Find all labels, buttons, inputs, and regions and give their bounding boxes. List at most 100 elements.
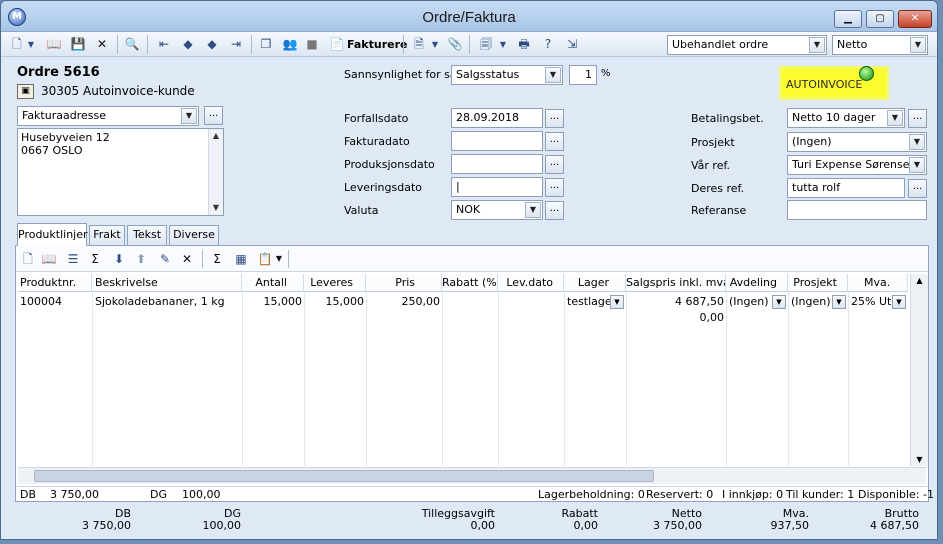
table-cell-levdato[interactable] [500,294,562,310]
table-cell-rabatt[interactable] [444,294,496,310]
sales-status-select[interactable]: Salgsstatus ▼ [451,65,563,85]
chevron-down-icon[interactable]: ▼ [181,108,197,124]
chevron-down-icon[interactable]: ▼ [772,295,786,309]
scroll-down-icon[interactable]: ▼ [209,201,223,215]
previous-record-icon[interactable]: ◆ [179,36,197,53]
close-window-button[interactable]: ✕ [898,10,932,28]
production-date-picker-button[interactable]: ... [545,155,564,174]
open-book-icon[interactable]: 📖 [45,36,63,53]
delivery-date-picker-button[interactable]: ... [545,178,564,197]
production-date-input[interactable] [451,154,543,174]
their-reference-input[interactable]: tutta rolf [787,178,905,198]
their-reference-more-button[interactable]: ... [908,179,927,198]
table-cell-lager[interactable]: testlager ▼ [565,294,625,310]
stock-icon[interactable]: ▦ [232,251,250,267]
order-status-select[interactable]: Ubehandlet ordre ▼ [667,35,827,55]
table-cell-antall[interactable]: 15,000 [244,294,303,310]
our-reference-select[interactable]: Turi Expense Sørensen ▼ [787,155,927,175]
chevron-down-icon[interactable]: ▼ [909,134,925,150]
table-cell-mva[interactable]: 25% Utg ▼ [849,294,907,310]
paste-dropdown-icon[interactable]: ▼ [274,251,284,267]
column-header[interactable]: Mva. [848,274,908,292]
insert-line-icon[interactable]: ☰ [64,251,82,267]
chevron-down-icon[interactable]: ▼ [610,295,624,309]
fakturere-button[interactable]: Fakturere [347,36,407,53]
help-icon[interactable]: ? [539,36,557,53]
payment-terms-select[interactable]: Netto 10 dager ▼ [787,108,905,128]
column-header[interactable]: Salgspris inkl. mva. [626,274,726,292]
probability-input[interactable]: 1 [569,65,597,85]
edit-line-icon[interactable]: ✎ [156,251,174,267]
delete-line-icon[interactable]: ✕ [178,251,196,267]
scroll-thumb[interactable] [34,470,654,482]
currency-select[interactable]: NOK ▼ [451,200,543,220]
users-icon[interactable]: 👥 [281,36,299,53]
table-cell-salgspris[interactable]: 4 687,50 [628,294,724,310]
grid-vertical-scrollbar[interactable]: ▲ ▼ [910,274,928,466]
next-record-icon[interactable]: ◆ [203,36,221,53]
column-header[interactable]: Rabatt (%) [442,274,498,292]
chevron-down-icon[interactable]: ▼ [887,110,903,126]
open-book-icon[interactable]: 📖 [40,251,58,267]
move-up-icon[interactable]: ⬆ [132,251,150,267]
chevron-down-icon[interactable]: ▼ [892,295,906,309]
sum-insert-icon[interactable]: Σ [86,251,104,267]
save-icon[interactable]: 💾 [69,36,87,53]
new-line-icon[interactable]: 🗋 [20,251,36,267]
table-cell-avdeling[interactable]: (Ingen) ▼ [727,294,787,310]
search-icon[interactable]: 🔍 [123,36,141,53]
first-record-icon[interactable]: ⇤ [155,36,173,53]
address-more-button[interactable]: ... [204,106,223,125]
chevron-down-icon[interactable]: ▼ [525,202,541,218]
scroll-up-icon[interactable]: ▲ [911,276,928,285]
sum-icon[interactable]: Σ [208,251,226,267]
table-cell-leveres[interactable]: 15,000 [306,294,365,310]
column-header[interactable]: Produktnr. [18,274,92,292]
maximize-button[interactable]: ▢ [866,10,894,28]
copy-icon[interactable]: ❐ [257,36,275,53]
grid-horizontal-scrollbar[interactable] [18,467,926,484]
column-header[interactable]: Pris [366,274,442,292]
exit-icon[interactable]: ⇲ [563,36,581,53]
chevron-down-icon[interactable]: ▼ [545,67,561,83]
table-cell-prosjekt[interactable]: (Ingen) ▼ [789,294,847,310]
column-header[interactable]: Antall [242,274,304,292]
table-cell-pris[interactable]: 250,00 [368,294,441,310]
reference-input[interactable] [787,200,927,220]
table-cell-beskrivelse[interactable]: Sjokoladebananer, 1 kg [95,294,240,310]
customer-card-icon[interactable]: ▣ [17,84,34,99]
address-type-select[interactable]: Fakturaadresse ▼ [17,106,199,126]
invoice-date-input[interactable] [451,131,543,151]
minimize-button[interactable]: ▁ [834,10,862,28]
chevron-down-icon[interactable]: ▼ [832,295,846,309]
delivery-date-input[interactable]: | [451,177,543,197]
scroll-up-icon[interactable]: ▲ [209,129,223,143]
document-icon[interactable]: 🗎 [411,36,427,53]
move-down-icon[interactable]: ⬇ [110,251,128,267]
currency-more-button[interactable]: ... [545,201,564,220]
column-header[interactable]: Lager [564,274,626,292]
settings-icon[interactable]: 🗐 [477,36,495,53]
new-dropdown-icon[interactable]: ▼ [25,36,37,53]
invoice-icon[interactable]: 📄 [329,36,345,53]
due-date-input[interactable]: 28.09.2018 [451,108,543,128]
document-dropdown-icon[interactable]: ▼ [429,36,441,53]
disabled-icon[interactable]: ■ [303,36,321,53]
table-cell-produktnr[interactable]: 100004 [20,294,90,310]
attachment-icon[interactable]: 📎 [447,36,463,53]
tab-diverse[interactable]: Diverse [169,225,219,245]
scroll-down-icon[interactable]: ▼ [911,455,928,464]
last-record-icon[interactable]: ⇥ [227,36,245,53]
address-textarea[interactable]: Husebyveien 12 0667 OSLO ▲ ▼ [17,128,224,216]
title-bar[interactable]: M Ordre/Faktura ▁ ▢ ✕ [1,1,937,32]
delete-icon[interactable]: ✕ [93,36,111,53]
project-select[interactable]: (Ingen) ▼ [787,132,927,152]
price-mode-select[interactable]: Netto ▼ [832,35,928,55]
tab-produktlinjer[interactable]: Produktlinjer [17,223,88,246]
chevron-down-icon[interactable]: ▼ [909,157,925,173]
payment-terms-more-button[interactable]: ... [908,109,927,128]
due-date-picker-button[interactable]: ... [545,109,564,128]
column-header[interactable]: Prosjekt [788,274,848,292]
invoice-date-picker-button[interactable]: ... [545,132,564,151]
new-document-icon[interactable]: 🗋 [9,36,25,53]
